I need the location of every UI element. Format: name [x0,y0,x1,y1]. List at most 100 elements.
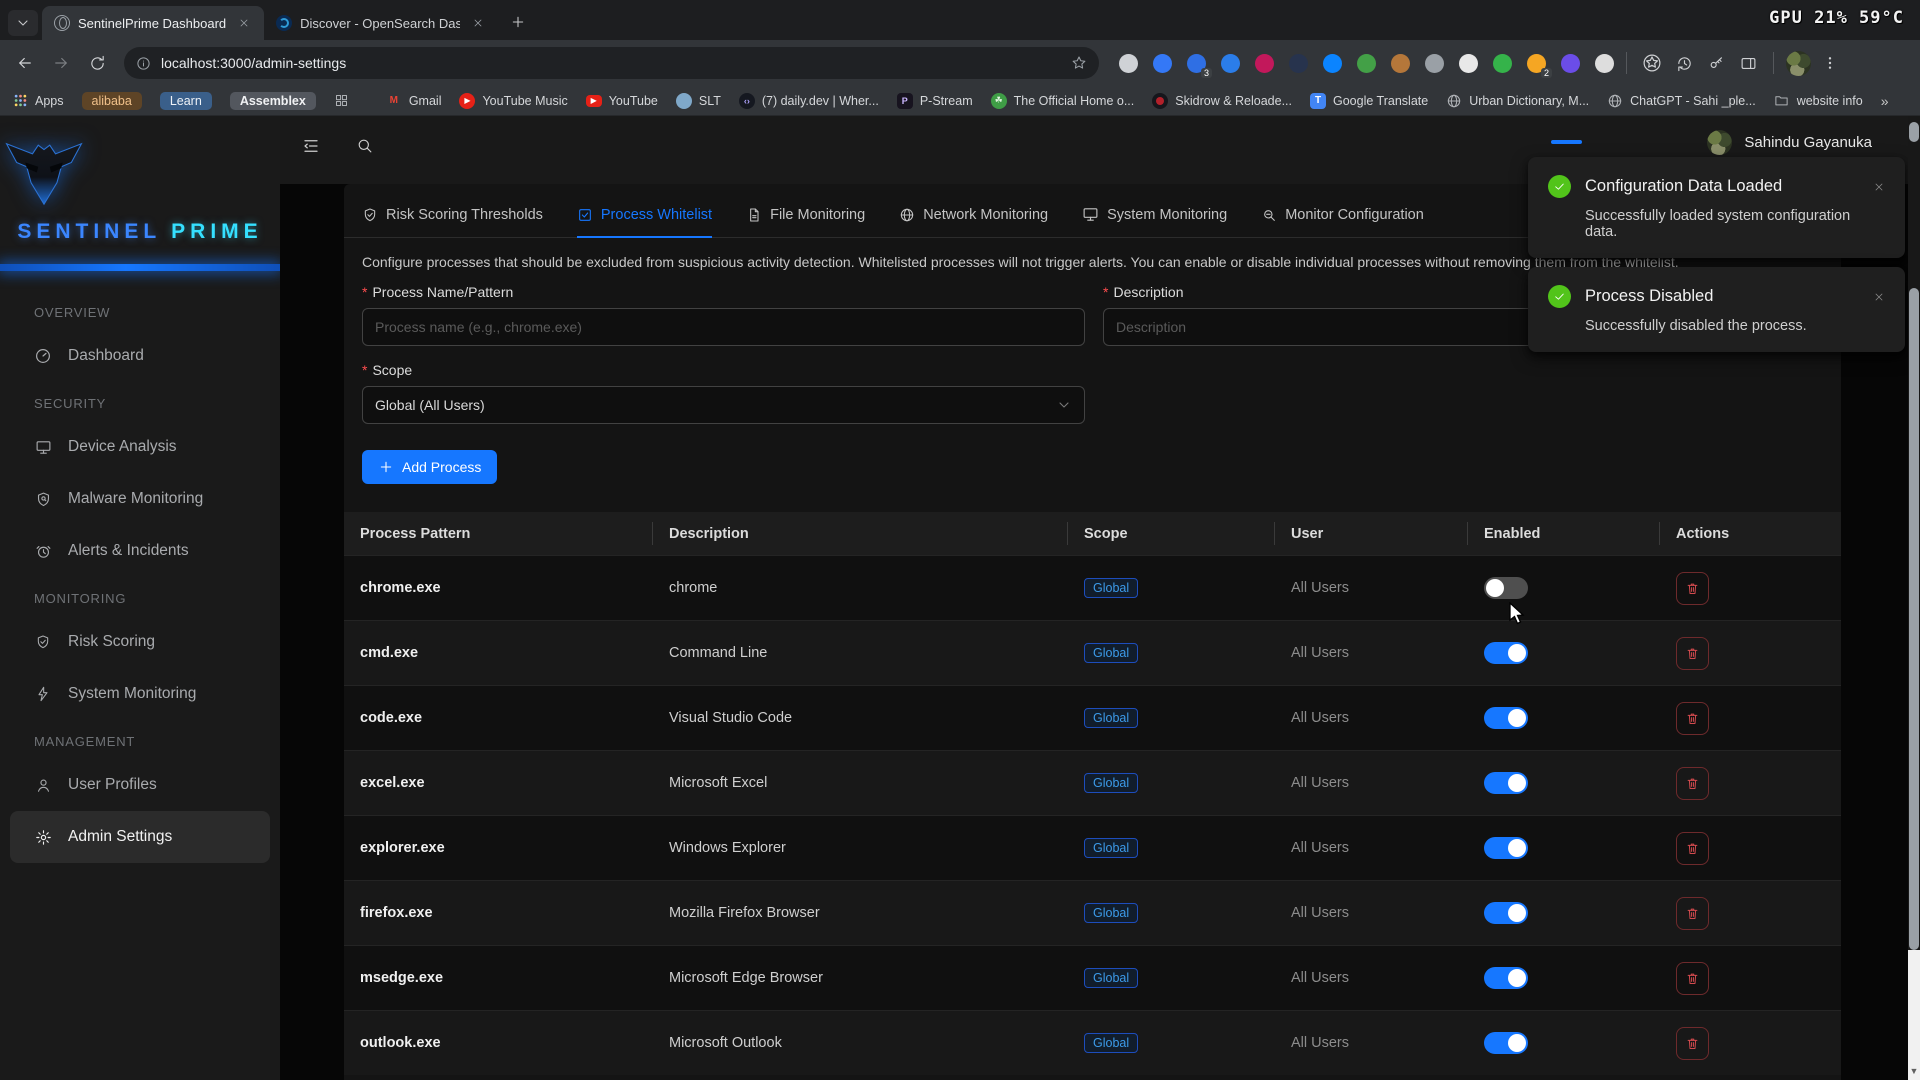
enabled-toggle[interactable] [1484,967,1528,989]
forward-button[interactable] [46,48,76,78]
toast-close-button[interactable] [1873,291,1885,303]
tab-file-monitoring[interactable]: File Monitoring [746,192,865,237]
enabled-toggle[interactable] [1484,837,1528,859]
bookmark-item[interactable]: website info [1774,93,1863,109]
bookmark-item[interactable]: ‹›(7) daily.dev | Wher... [739,93,879,109]
toast-close-button[interactable] [1873,181,1885,193]
tab-network-monitoring[interactable]: Network Monitoring [899,192,1048,237]
bookmark-item[interactable]: ▶YouTube Music [459,93,567,109]
delete-button[interactable] [1676,897,1709,930]
extension-14-icon[interactable] [1561,54,1580,73]
tab-close-button[interactable] [468,15,488,31]
reload-button[interactable] [82,48,112,78]
dashboard-icon [34,347,52,365]
extension-6-icon[interactable] [1289,54,1308,73]
site-info-icon[interactable] [136,56,151,71]
enabled-toggle[interactable] [1484,772,1528,794]
chevron-down-icon [1056,397,1072,413]
url-text: localhost:3000/admin-settings [161,55,1061,71]
side-panel-button[interactable] [1735,50,1761,76]
bookmark-item[interactable]: TGoogle Translate [1310,93,1428,109]
sidebar-item-dashboard[interactable]: Dashboard [10,330,270,382]
bookmark-item[interactable]: Apps [12,93,64,109]
scrollbar-thumb[interactable] [1909,288,1919,950]
extension-15-icon[interactable] [1595,54,1614,73]
extension-13-icon[interactable]: 2 [1527,54,1546,73]
enabled-toggle[interactable] [1484,1032,1528,1054]
extension-10-icon[interactable] [1425,54,1444,73]
extension-4-icon[interactable] [1221,54,1240,73]
delete-button[interactable] [1676,702,1709,735]
sidebar-item-alerts-incidents[interactable]: Alerts & Incidents [10,525,270,577]
bookmark-item[interactable]: Learn [160,92,212,110]
toast-1: Configuration Data LoadedSuccessfully lo… [1528,157,1905,258]
bookmark-item[interactable]: Assemblex [230,92,316,110]
sidebar-item-device-analysis[interactable]: Device Analysis [10,421,270,473]
user-menu[interactable]: Sahindu Gayanuka [1707,130,1872,155]
passwords-button[interactable] [1703,50,1729,76]
delete-button[interactable] [1676,637,1709,670]
history-button[interactable] [1671,50,1697,76]
bookmark-item[interactable]: PP-Stream [897,93,973,109]
bookmark-item[interactable]: Urban Dictionary, M... [1446,93,1589,109]
extension-7-icon[interactable] [1323,54,1342,73]
delete-button[interactable] [1676,767,1709,800]
browser-profile-avatar[interactable] [1786,51,1811,76]
extension-2-icon[interactable] [1153,54,1172,73]
process-name-input[interactable] [362,308,1085,346]
browser-tab-2[interactable]: Discover - OpenSearch Dashbo [264,6,498,40]
sidebar: SENTINELPRIME OVERVIEWDashboardSECURITYD… [0,116,280,1080]
extension-9-icon[interactable] [1391,54,1410,73]
browser-tab-1[interactable]: SentinelPrime Dashboard [42,6,264,40]
browser-menu-button[interactable] [1817,50,1843,76]
tab-system-monitoring[interactable]: System Monitoring [1082,192,1227,237]
sidebar-item-malware-monitoring[interactable]: Malware Monitoring [10,473,270,525]
bookmark-item[interactable]: » [1881,93,1888,109]
sidebar-item-user-profiles[interactable]: User Profiles [10,759,270,811]
sidebar-collapse-button[interactable] [302,137,320,155]
scope-select[interactable]: Global (All Users) [362,386,1085,424]
page-scrollbar[interactable]: ▼ [1908,116,1920,1080]
sidebar-item-risk-scoring[interactable]: Risk Scoring [10,616,270,668]
delete-button[interactable] [1676,572,1709,605]
tab-monitor-configuration[interactable]: Monitor Configuration [1261,192,1424,237]
enabled-toggle[interactable] [1484,707,1528,729]
column-header-user: User [1275,512,1468,555]
tab-close-button[interactable] [234,15,254,31]
bookmark-item[interactable]: ☘The Official Home o... [991,93,1135,109]
add-process-button[interactable]: Add Process [362,450,497,484]
favorites-badge-button[interactable] [1639,50,1665,76]
tab-process-whitelist[interactable]: Process Whitelist [577,192,712,237]
tab-risk-scoring-thresholds[interactable]: Risk Scoring Thresholds [362,192,543,237]
url-bar[interactable]: localhost:3000/admin-settings [124,47,1099,79]
enabled-toggle[interactable] [1484,577,1528,599]
sidebar-item-label: Alerts & Incidents [68,542,189,560]
new-tab-button[interactable] [504,8,532,36]
bookmark-item[interactable]: Skidrow & Reloade... [1152,93,1292,109]
sidebar-item-admin-settings[interactable]: Admin Settings [10,811,270,863]
extension-1-icon[interactable] [1119,54,1138,73]
enabled-toggle[interactable] [1484,642,1528,664]
bookmark-item[interactable] [334,93,350,109]
kebab-menu-icon [1822,55,1838,71]
bookmark-item[interactable]: SLT [676,93,721,109]
delete-button[interactable] [1676,1027,1709,1060]
bookmark-item[interactable]: alibaba [82,92,142,110]
bookmark-item[interactable]: ChatGPT - Sahi _ple... [1607,93,1756,109]
tab-search-button[interactable] [8,10,38,36]
sidebar-item-system-monitoring[interactable]: System Monitoring [10,668,270,720]
extension-5-icon[interactable] [1255,54,1274,73]
extension-8-icon[interactable] [1357,54,1376,73]
bookmark-item[interactable]: ▶YouTube [586,94,658,108]
extension-11-icon[interactable] [1459,54,1478,73]
search-button[interactable] [356,137,373,154]
delete-button[interactable] [1676,832,1709,865]
extension-12-icon[interactable] [1493,54,1512,73]
extension-3-icon[interactable]: 3 [1187,54,1206,73]
bookmark-item[interactable]: MGmail [386,93,442,109]
enabled-toggle[interactable] [1484,902,1528,924]
cell-description: Command Line [653,645,1068,661]
delete-button[interactable] [1676,962,1709,995]
bookmark-star-icon[interactable] [1071,55,1087,71]
back-button[interactable] [10,48,40,78]
